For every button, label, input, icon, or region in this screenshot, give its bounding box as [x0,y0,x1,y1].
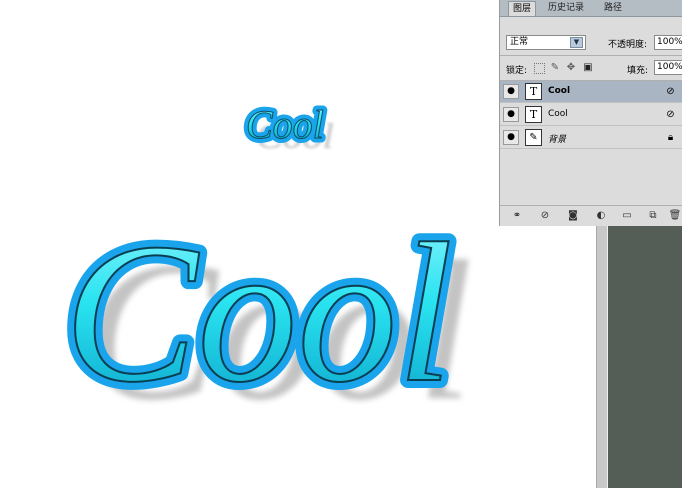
tab-layers[interactable]: 图层 [508,1,537,16]
lock-row: 锁定: ✎ ✥ ▣ 填充: 100% [500,58,682,78]
chevron-down-icon[interactable]: ▼ [570,37,583,48]
opacity-label: 不透明度: [608,40,648,50]
lock-label: 锁定: [506,66,528,76]
small-text-face: Cool [246,102,324,147]
brush-icon[interactable]: ✎ [550,63,560,73]
layers-list: ● T Cool ⊘ ● T Cool ⊘ ● ✎ 背景 🔒︎ [500,81,682,206]
fx-icon[interactable]: ⊘ [665,109,676,120]
layer-row-cool-top[interactable]: ● T Cool ⊘ [500,81,682,103]
trash-icon[interactable]: 🗑︎ [668,210,682,222]
fill-field[interactable]: 100% [654,60,682,75]
blend-mode-select[interactable]: 正常 ▼ [506,35,586,50]
layer-name: Cool [548,86,571,96]
workspace-background [608,226,682,488]
vertical-scrollbar[interactable] [596,226,608,488]
large-cool-text: Cool Cool Cool [56,195,473,442]
divider [500,55,682,56]
new-layer-icon[interactable]: ⧉ [646,210,660,222]
layer-name: Cool [548,109,568,119]
small-cool-text: Cool Cool Cool [242,98,334,157]
link-icon[interactable]: ⚭ [510,210,524,222]
eye-icon[interactable]: ● [503,130,519,145]
fx-icon[interactable]: ⊘ [538,210,552,222]
layer-row-background[interactable]: ● ✎ 背景 🔒︎ [500,127,682,149]
panel-tab-bar: 图层 历史记录 路径 [500,0,682,17]
blend-row: 正常 ▼ 不透明度: 100% [500,33,682,53]
lock-icon: 🔒︎ [667,132,674,143]
mask-icon[interactable]: ◙ [566,210,580,222]
background-thumb-icon: ✎ [525,129,542,146]
panel-bottom-toolbar: ⚭ ⊘ ◙ ◐ ▭ ⧉ 🗑︎ [500,205,682,226]
text-layer-thumb-icon: T [525,83,542,100]
blend-mode-value: 正常 [510,37,529,47]
folder-icon[interactable]: ▭ [620,210,634,222]
layer-name: 背景 [548,135,567,145]
lock-transparency-icon[interactable] [534,63,545,74]
layers-panel: 图层 历史记录 路径 正常 ▼ 不透明度: 100% 锁定: ✎ ✥ ▣ 填充:… [499,0,682,226]
fx-icon[interactable]: ⊘ [665,86,676,97]
eye-icon[interactable]: ● [503,107,519,122]
eye-icon[interactable]: ● [503,84,519,99]
move-icon[interactable]: ✥ [566,63,576,73]
fill-label: 填充: [627,66,649,76]
tab-history[interactable]: 历史记录 [544,1,588,16]
lock-icon[interactable]: ▣ [583,63,593,73]
tab-paths[interactable]: 路径 [600,1,626,16]
text-layer-thumb-icon: T [525,106,542,123]
adjustment-icon[interactable]: ◐ [594,210,608,222]
opacity-field[interactable]: 100% [654,35,682,50]
large-text-face: Cool [64,203,453,424]
layer-row-cool[interactable]: ● T Cool ⊘ [500,104,682,126]
